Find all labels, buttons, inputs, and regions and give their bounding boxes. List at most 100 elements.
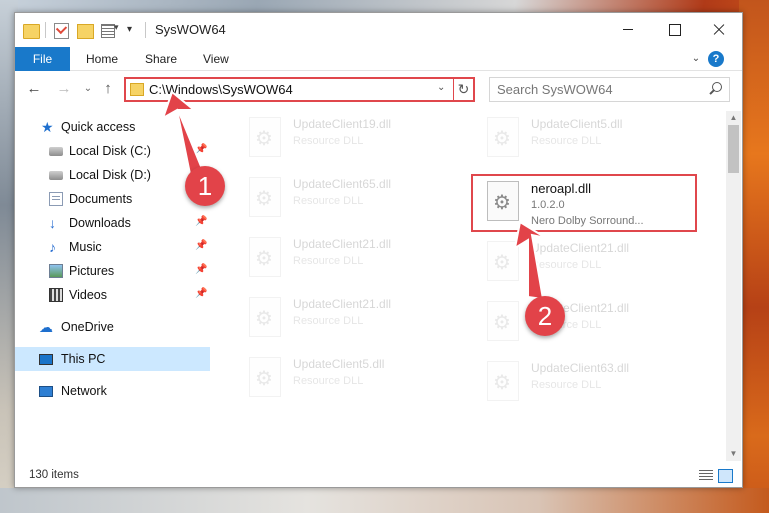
sidebar-item-label: This PC: [61, 352, 106, 366]
sidebar-item-label: Local Disk (D:): [69, 168, 151, 182]
sidebar-item-label: Pictures: [69, 264, 115, 278]
close-button[interactable]: [696, 13, 742, 45]
tab-view[interactable]: View: [203, 47, 229, 71]
sidebar-item-quick-access[interactable]: ★ Quick access: [15, 115, 210, 139]
file-item[interactable]: UpdateClient21.dll Resource DLL: [239, 231, 459, 285]
folder-icon: [130, 83, 144, 96]
chevron-down-icon[interactable]: ⌄: [437, 82, 445, 93]
dll-file-icon: [487, 117, 519, 157]
up-arrow-icon[interactable]: ↑: [99, 80, 117, 98]
expand-ribbon-icon[interactable]: ⌄: [689, 52, 703, 66]
maximize-button[interactable]: [651, 13, 697, 45]
search-icon[interactable]: [708, 82, 722, 96]
file-type: Resource DLL: [293, 315, 364, 327]
file-type: Resource DLL: [293, 255, 364, 267]
file-item[interactable]: UpdateClient65.dll Resource DLL: [239, 171, 459, 225]
sidebar-item-label: Documents: [69, 192, 133, 206]
large-icons-view-icon[interactable]: [718, 469, 733, 483]
dll-file-icon: [249, 177, 281, 217]
sidebar-item-label: Local Disk (C:): [69, 144, 151, 158]
file-name: UpdateClient5.dll: [531, 117, 623, 131]
disk-icon: [49, 171, 63, 180]
quick-access-toolbar-dropdown[interactable]: ▾: [127, 22, 139, 38]
recent-locations-icon[interactable]: ⌄: [79, 80, 97, 98]
documents-icon: [49, 192, 63, 206]
dll-file-icon: [487, 301, 519, 341]
checkbox-properties-icon[interactable]: [53, 22, 69, 39]
file-item[interactable]: UpdateClient63.dll Resource DLL: [477, 355, 697, 409]
help-icon[interactable]: ?: [708, 51, 724, 67]
minimize-button[interactable]: [605, 13, 651, 45]
sidebar-item-local-disk-d[interactable]: Local Disk (D:): [15, 163, 210, 187]
file-item[interactable]: UpdateClient21.dll Resource DLL: [477, 295, 697, 349]
file-item[interactable]: UpdateClient21.dll Resource DLL: [239, 291, 459, 345]
address-bar[interactable]: C:\Windows\SysWOW64 ⌄ ↻: [124, 77, 475, 102]
pin-icon[interactable]: 📌: [195, 288, 207, 299]
item-count: 130 items: [29, 469, 79, 481]
tab-home[interactable]: Home: [86, 47, 118, 71]
download-icon: ↓: [49, 215, 56, 231]
dll-file-icon: [249, 237, 281, 277]
sidebar-item-network[interactable]: Network: [15, 379, 210, 403]
file-item[interactable]: UpdateClient19.dll Resource DLL: [239, 111, 459, 165]
title-separator: [145, 22, 146, 38]
address-path[interactable]: C:\Windows\SysWOW64: [149, 82, 293, 97]
dll-file-icon: [487, 361, 519, 401]
sidebar-item-label: Downloads: [69, 216, 131, 230]
pin-icon[interactable]: 📌: [195, 216, 207, 227]
pin-icon[interactable]: 📌: [195, 264, 207, 275]
network-icon: [39, 386, 53, 397]
status-bar: 130 items: [15, 465, 742, 487]
sidebar-item-onedrive[interactable]: ☁ OneDrive: [15, 315, 210, 339]
computer-icon: [39, 354, 53, 365]
title-separator: [45, 22, 46, 38]
music-icon: ♪: [49, 239, 56, 255]
vertical-scrollbar[interactable]: ▲ ▼: [726, 111, 741, 461]
file-name: UpdateClient21.dll: [293, 237, 392, 251]
file-type: Resource DLL: [531, 259, 602, 271]
navigation-pane: ★ Quick access Local Disk (C:) 📌 Local D…: [15, 111, 210, 461]
back-arrow-icon[interactable]: ←: [25, 80, 43, 98]
file-item[interactable]: UpdateClient5.dll Resource DLL: [477, 111, 697, 165]
ribbon-tabs: File Home Share View ⌄ ?: [15, 47, 742, 71]
file-type: Resource DLL: [293, 375, 364, 387]
file-list: UpdateClient19.dll Resource DLL UpdateCl…: [229, 111, 723, 461]
sidebar-item-this-pc[interactable]: This PC: [15, 347, 210, 371]
dll-file-icon: [249, 357, 281, 397]
sidebar-item-downloads[interactable]: ↓ Downloads 📌: [15, 211, 210, 235]
file-item[interactable]: UpdateClient5.dll Resource DLL: [239, 351, 459, 405]
cloud-icon: ☁: [39, 319, 53, 335]
disk-icon: [49, 147, 63, 156]
dll-file-icon: [249, 117, 281, 157]
file-item[interactable]: UpdateClient21.dll Resource DLL: [477, 235, 697, 289]
sidebar-item-music[interactable]: ♪ Music 📌: [15, 235, 210, 259]
pin-icon[interactable]: 📌: [195, 240, 207, 251]
details-view-icon[interactable]: [699, 470, 713, 482]
file-type: Resource DLL: [293, 135, 364, 147]
scroll-down-icon[interactable]: ▼: [726, 447, 741, 461]
scroll-up-icon[interactable]: ▲: [726, 111, 741, 125]
sidebar-item-local-disk-c[interactable]: Local Disk (C:) 📌: [15, 139, 210, 163]
sidebar-item-videos[interactable]: Videos 📌: [15, 283, 210, 307]
file-name: UpdateClient5.dll: [293, 357, 385, 371]
sidebar-item-documents[interactable]: Documents 📌: [15, 187, 210, 211]
file-type: Resource DLL: [293, 195, 364, 207]
folder-icon[interactable]: [23, 22, 40, 39]
sidebar-item-pictures[interactable]: Pictures 📌: [15, 259, 210, 283]
tab-share[interactable]: Share: [145, 47, 177, 71]
tab-file[interactable]: File: [15, 47, 70, 71]
refresh-icon[interactable]: ↻: [453, 79, 473, 100]
properties-icon[interactable]: [101, 22, 123, 38]
search-input[interactable]: Search SysWOW64: [489, 77, 730, 102]
annotation-step-1: 1: [185, 166, 225, 206]
star-icon: ★: [41, 119, 54, 135]
pin-icon[interactable]: 📌: [195, 144, 207, 155]
forward-arrow-icon[interactable]: →: [55, 80, 73, 98]
title-bar: ▾ SysWOW64: [15, 13, 742, 47]
sidebar-item-label: Quick access: [61, 120, 136, 134]
file-name: UpdateClient21.dll: [293, 297, 392, 311]
sidebar-item-label: Videos: [69, 288, 107, 302]
file-type: Resource DLL: [531, 135, 602, 147]
new-folder-icon[interactable]: [77, 22, 94, 39]
scroll-thumb[interactable]: [728, 125, 739, 173]
